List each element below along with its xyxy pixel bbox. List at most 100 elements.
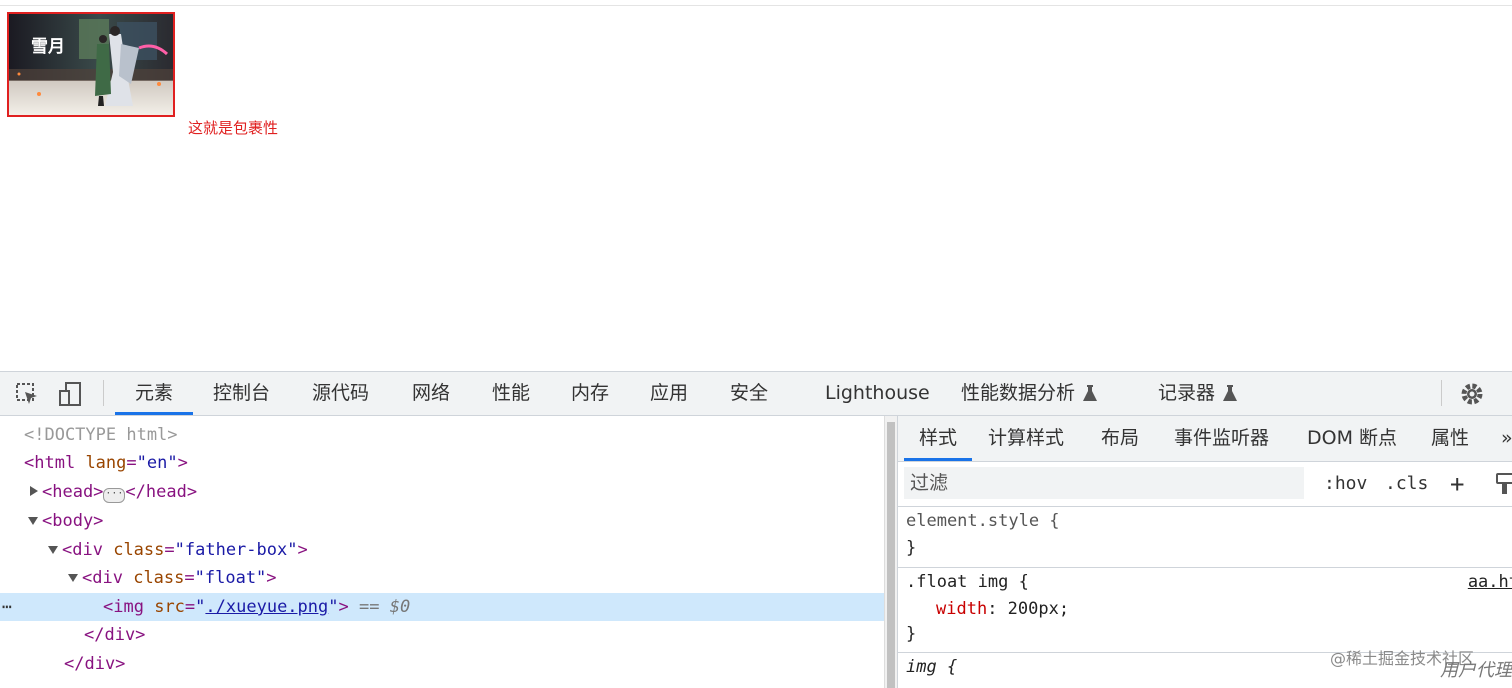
- collapsed-ellipsis-icon[interactable]: ···: [103, 488, 126, 503]
- tab-memory[interactable]: 内存: [571, 372, 609, 415]
- tree-line-doctype[interactable]: <!DOCTYPE html>: [0, 421, 884, 449]
- lang-value: "en": [136, 453, 178, 473]
- collapse-triangle-icon[interactable]: [48, 546, 58, 554]
- tag-close: >: [338, 597, 349, 617]
- img-open-tag: <img: [103, 597, 144, 617]
- selected-marker: == $0: [359, 597, 411, 617]
- equals-sign: =: [126, 453, 137, 473]
- html-open-tag: <html: [24, 453, 76, 473]
- paint-brush-icon[interactable]: [1495, 472, 1512, 496]
- subtab-event-listeners[interactable]: 事件监听器: [1174, 416, 1269, 461]
- tab-performance-insights[interactable]: 性能数据分析: [961, 372, 1098, 415]
- body-open-tag: <body>: [42, 511, 104, 531]
- toolbar-divider: [103, 380, 104, 406]
- tab-console[interactable]: 控制台: [213, 372, 270, 415]
- tab-lighthouse[interactable]: Lighthouse: [825, 372, 930, 415]
- div-open-tag: <div: [82, 568, 123, 588]
- equals-sign: =: [164, 540, 175, 560]
- tab-network[interactable]: 网络: [412, 372, 450, 415]
- tree-line-div-close[interactable]: </div>: [0, 650, 884, 678]
- class-attr: class: [113, 540, 165, 560]
- tree-line-html[interactable]: <html lang="en">: [0, 449, 884, 477]
- width-declaration[interactable]: width: 200px;: [936, 599, 1069, 619]
- hov-button[interactable]: :hov: [1324, 462, 1367, 506]
- float-img-rule: .float img { aa.ht width: 200px; }: [898, 568, 1512, 653]
- head-open-tag: <head>: [42, 482, 104, 502]
- xueyue-image: 雪月: [9, 14, 173, 115]
- equals-sign: =: [184, 568, 195, 588]
- flask-icon: [1223, 385, 1238, 401]
- cls-button[interactable]: .cls: [1385, 462, 1428, 506]
- element-style-rule: element.style { }: [898, 507, 1512, 568]
- expand-triangle-icon[interactable]: [30, 486, 38, 496]
- page-viewport: 雪月 这就是包裹性: [0, 0, 1512, 371]
- subtab-layout[interactable]: 布局: [1101, 416, 1139, 461]
- quote: ": [328, 597, 339, 617]
- quote: ": [195, 597, 206, 617]
- tab-elements[interactable]: 元素: [115, 372, 193, 415]
- class-value-float: "float": [194, 568, 267, 588]
- wrap-text: 这就是包裹性: [188, 119, 279, 137]
- tab-recorder-label: 记录器: [1158, 382, 1216, 404]
- div-close-tag: </div>: [84, 625, 146, 645]
- image-caption: 雪月: [31, 37, 65, 57]
- gear-icon[interactable]: [1459, 381, 1485, 407]
- tab-performance-insights-label: 性能数据分析: [961, 382, 1076, 404]
- subtab-computed[interactable]: 计算样式: [988, 416, 1064, 461]
- styles-subtabs: 样式 计算样式 布局 事件监听器 DOM 断点 属性 »: [898, 416, 1512, 462]
- tree-line-father-box[interactable]: <div class="father-box">: [0, 536, 884, 564]
- more-options-icon[interactable]: ⋯: [2, 593, 12, 621]
- subtab-properties[interactable]: 属性: [1431, 416, 1469, 461]
- lang-attr: lang: [85, 453, 127, 473]
- div-close-tag: </div>: [64, 654, 126, 674]
- elements-scrollbar[interactable]: [884, 416, 897, 688]
- element-style-selector[interactable]: element.style {: [906, 511, 1060, 531]
- src-link[interactable]: ./xueyue.png: [205, 597, 328, 617]
- float-img-selector[interactable]: .float img {: [906, 572, 1029, 592]
- class-value-father-box: "father-box": [174, 540, 298, 560]
- styles-filterbar: :hov .cls +: [898, 462, 1512, 507]
- new-rule-button[interactable]: +: [1450, 462, 1464, 506]
- tab-performance[interactable]: 性能: [492, 372, 530, 415]
- tab-recorder[interactable]: 记录器: [1158, 372, 1238, 415]
- width-property: width: [936, 599, 988, 619]
- flask-icon: [1083, 385, 1098, 401]
- img-selector[interactable]: img {: [906, 657, 957, 677]
- tag-close: >: [266, 568, 277, 588]
- tree-line-body[interactable]: <body>: [0, 507, 884, 535]
- tag-close: >: [177, 453, 188, 473]
- subtab-dom-breakpoints[interactable]: DOM 断点: [1307, 416, 1397, 461]
- collapse-triangle-icon[interactable]: [28, 517, 38, 525]
- div-open-tag: <div: [62, 540, 103, 560]
- collapse-triangle-icon[interactable]: [68, 574, 78, 582]
- top-divider: [0, 5, 1512, 6]
- tab-sources[interactable]: 源代码: [312, 372, 369, 415]
- device-toolbar-icon[interactable]: [58, 381, 84, 407]
- doctype-text: <!DOCTYPE html>: [24, 425, 178, 445]
- src-attr: src: [154, 597, 185, 617]
- tree-line-img-selected[interactable]: ⋯ <img src="./xueyue.png"> == $0: [0, 593, 884, 621]
- tab-application[interactable]: 应用: [650, 372, 688, 415]
- tab-security[interactable]: 安全: [730, 372, 768, 415]
- tree-line-float[interactable]: <div class="float">: [0, 564, 884, 592]
- tree-line-head[interactable]: <head> ··· </head>: [0, 478, 884, 506]
- close-brace: }: [906, 624, 917, 644]
- inspect-element-icon[interactable]: [14, 381, 40, 407]
- elements-tree: <!DOCTYPE html> <html lang="en"> <head> ·…: [0, 416, 884, 688]
- close-brace: }: [906, 538, 917, 558]
- scrollbar-thumb[interactable]: [887, 422, 895, 688]
- user-agent-label: 用户代理: [1440, 660, 1512, 681]
- filter-input[interactable]: [904, 467, 1304, 499]
- class-attr: class: [133, 568, 185, 588]
- head-close-tag: </head>: [125, 482, 198, 502]
- tree-line-div-close[interactable]: </div>: [0, 621, 884, 649]
- subtab-styles[interactable]: 样式: [904, 416, 972, 461]
- tag-close: >: [297, 540, 308, 560]
- more-tabs-chevron-icon[interactable]: »: [1501, 416, 1512, 461]
- source-link[interactable]: aa.ht: [1468, 572, 1512, 592]
- toolbar-divider: [1441, 380, 1442, 406]
- father-box-image[interactable]: 雪月: [7, 12, 175, 117]
- equals-sign: =: [184, 597, 196, 617]
- devtools-panel: 元素 控制台 源代码 网络 性能 内存 应用 安全 Lighthouse 性能数…: [0, 371, 1512, 688]
- width-value: : 200px;: [987, 599, 1070, 619]
